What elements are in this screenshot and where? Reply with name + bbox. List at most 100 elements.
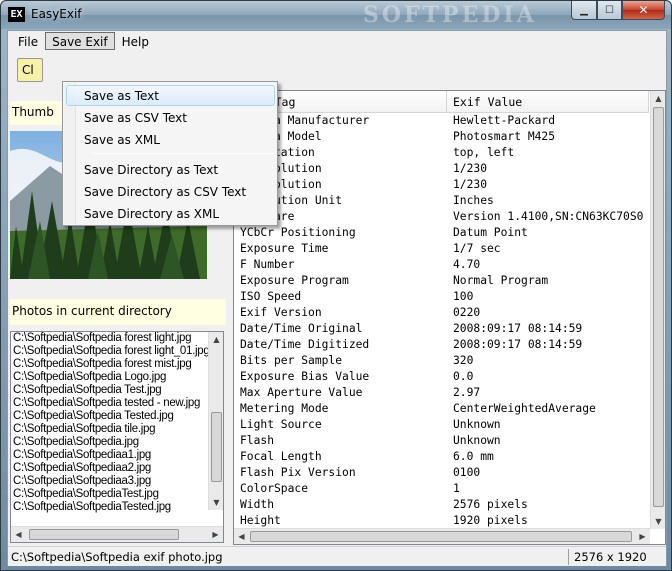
value-cell: 1 xyxy=(453,482,460,495)
table-row[interactable]: Height 1920 pixels xyxy=(234,513,649,529)
table-row[interactable]: SoftwareVersion 1.4100,SN:CN63KC70S0 xyxy=(234,209,649,225)
table-row[interactable]: X Resolution 1/230 xyxy=(234,161,649,177)
tag-cell: Date/Time Digitized xyxy=(240,338,370,351)
save-as-csv-item[interactable]: Save as CSV Text xyxy=(66,107,275,128)
list-item[interactable]: C:\Softpedia\Softpedia forest mist.jpg xyxy=(11,358,223,371)
tag-cell: ColorSpace xyxy=(240,482,309,495)
exif-horizontal-scrollbar[interactable]: ◀ ▶ xyxy=(234,528,650,544)
table-row[interactable]: Camera Model Photosmart M425 xyxy=(234,129,649,145)
table-row[interactable]: Light Source Unknown xyxy=(234,417,649,433)
value-cell: top, left xyxy=(453,146,515,159)
scroll-down-icon[interactable]: ▼ xyxy=(651,514,665,529)
file-list-items: C:\Softpedia\Softpedia forest light.jpg … xyxy=(11,332,223,514)
scroll-right-icon[interactable]: ▶ xyxy=(208,527,223,542)
scroll-left-icon[interactable]: ◀ xyxy=(234,529,249,544)
exif-table[interactable]: Exif Tag Exif Value Camera ManufacturerH… xyxy=(233,90,666,545)
scroll-right-icon[interactable]: ▶ xyxy=(635,529,650,544)
close-button[interactable]: ✕ xyxy=(622,1,665,20)
list-item[interactable]: C:\Softpedia\Softpediaa1.jpg xyxy=(11,449,223,462)
menu-help[interactable]: Help xyxy=(115,32,156,50)
watermark: SOFTPEDIA xyxy=(363,2,537,28)
scrollbar-thumb[interactable] xyxy=(250,531,632,542)
file-list-horizontal-scrollbar[interactable]: ◀ ▶ xyxy=(11,526,223,542)
title-bar[interactable]: EX EasyExif SOFTPEDIA ▁ ☐ ✕ xyxy=(1,1,671,29)
list-item[interactable]: C:\Softpedia\Softpedia tile.jpg xyxy=(11,423,223,436)
table-row[interactable]: Date/Time Original 2008:09:17 08:14:59 xyxy=(234,321,649,337)
list-item[interactable]: C:\Softpedia\Softpediaa3.jpg xyxy=(11,475,223,488)
window-title: EasyExif xyxy=(31,7,82,21)
scroll-up-icon[interactable]: ▲ xyxy=(209,332,223,347)
list-item[interactable]: C:\Softpedia\SoftpediaTest.jpg xyxy=(11,488,223,501)
file-list[interactable]: C:\Softpedia\Softpedia forest light.jpg … xyxy=(10,331,224,543)
value-cell: 2.97 xyxy=(453,386,481,399)
scrollbar-thumb[interactable] xyxy=(29,529,179,540)
value-cell: Hewlett-Packard xyxy=(453,114,556,127)
value-cell: Datum Point xyxy=(453,226,528,239)
menu-file[interactable]: File xyxy=(11,32,45,50)
table-row[interactable]: Flash Pix Version 0100 xyxy=(234,465,649,481)
list-item[interactable]: C:\Softpedia\SoftpediaTested.jpg xyxy=(11,501,223,514)
value-cell: Unknown xyxy=(453,418,501,431)
table-row[interactable]: Resolution Unit Inches xyxy=(234,193,649,209)
value-cell: 2008:09:17 08:14:59 xyxy=(453,338,583,351)
save-directory-as-csv-item[interactable]: Save Directory as CSV Text xyxy=(66,181,275,202)
maximize-button[interactable]: ☐ xyxy=(597,1,622,20)
table-row[interactable]: Bits per Sample 320 xyxy=(234,353,649,369)
save-as-xml-item[interactable]: Save as XML xyxy=(66,129,275,150)
list-item[interactable]: C:\Softpedia\Softpedia Test.jpg xyxy=(11,384,223,397)
tag-cell: Focal Length xyxy=(240,450,322,463)
table-row[interactable]: Focal Length 6.0 mm xyxy=(234,449,649,465)
table-row[interactable]: Metering Mode CenterWeightedAverage xyxy=(234,401,649,417)
exif-table-header: Exif Tag Exif Value xyxy=(234,91,649,113)
tag-cell: ISO Speed xyxy=(240,290,302,303)
photos-label: Photos in current directory xyxy=(10,299,226,325)
table-row[interactable]: YCbCr Positioning Datum Point xyxy=(234,225,649,241)
file-list-vertical-scrollbar[interactable]: ▲ ▼ xyxy=(208,332,223,510)
table-row[interactable]: Exposure Bias Value 0.0 xyxy=(234,369,649,385)
scrollbar-thumb[interactable] xyxy=(653,107,664,507)
list-item[interactable]: C:\Softpedia\Softpedia forest light.jpg xyxy=(11,332,223,345)
scroll-up-icon[interactable]: ▲ xyxy=(651,91,665,106)
value-cell: 320 xyxy=(453,354,474,367)
list-item[interactable]: C:\Softpedia\Softpedia forest light_01.j… xyxy=(11,345,223,358)
menu-save-exif[interactable]: Save Exif xyxy=(45,32,115,50)
table-row[interactable]: Y Resolution 1/230 xyxy=(234,177,649,193)
list-item[interactable]: C:\Softpedia\Softpediaa2.jpg xyxy=(11,462,223,475)
tag-cell: Max Aperture Value xyxy=(240,386,363,399)
table-row[interactable]: Width 2576 pixels xyxy=(234,497,649,513)
list-item[interactable]: C:\Softpedia\Softpedia Tested.jpg xyxy=(11,410,223,423)
list-item[interactable]: C:\Softpedia\Softpedia Logo.jpg xyxy=(11,371,223,384)
save-directory-as-text-item[interactable]: Save Directory as Text xyxy=(66,159,275,180)
value-cell: Unknown xyxy=(453,434,501,447)
toolbar-button[interactable]: Cl xyxy=(17,58,43,82)
table-row[interactable]: Exposure Program Normal Program xyxy=(234,273,649,289)
table-row[interactable]: ColorSpace 1 xyxy=(234,481,649,497)
minimize-button[interactable]: ▁ xyxy=(571,1,597,20)
tag-cell: Exposure Program xyxy=(240,274,349,287)
status-image-size: 2576 x 1920 xyxy=(574,550,647,564)
scrollbar-thumb[interactable] xyxy=(211,412,222,482)
save-as-text-item[interactable]: Save as Text xyxy=(66,85,275,106)
tag-cell: F Number xyxy=(240,258,295,271)
scroll-down-icon[interactable]: ▼ xyxy=(209,495,223,510)
table-row[interactable]: Exif Version 0220 xyxy=(234,305,649,321)
tag-cell: Flash xyxy=(240,434,275,447)
value-cell: Inches xyxy=(453,194,494,207)
table-row[interactable]: Flash Unknown xyxy=(234,433,649,449)
exif-vertical-scrollbar[interactable]: ▲ ▼ xyxy=(650,91,665,529)
table-row[interactable]: Camera Manufacturer Hewlett-Packard xyxy=(234,113,649,129)
table-row[interactable]: ISO Speed 100 xyxy=(234,289,649,305)
table-row[interactable]: Orientationtop, left xyxy=(234,145,649,161)
column-header-value[interactable]: Exif Value xyxy=(447,91,649,113)
table-row[interactable]: Exposure Time 1/7 sec xyxy=(234,241,649,257)
menu-separator xyxy=(93,153,274,154)
scroll-left-icon[interactable]: ◀ xyxy=(11,527,26,542)
tag-cell: YCbCr Positioning xyxy=(240,226,356,239)
table-row[interactable]: Date/Time Digitized 2008:09:17 08:14:59 xyxy=(234,337,649,353)
save-directory-as-xml-item[interactable]: Save Directory as XML xyxy=(66,203,275,224)
table-row[interactable]: Max Aperture Value 2.97 xyxy=(234,385,649,401)
table-row[interactable]: F Number 4.70 xyxy=(234,257,649,273)
list-item[interactable]: C:\Softpedia\Softpedia.jpg xyxy=(11,436,223,449)
tag-cell: Height xyxy=(240,514,281,527)
list-item[interactable]: C:\Softpedia\Softpedia tested - new.jpg xyxy=(11,397,223,410)
